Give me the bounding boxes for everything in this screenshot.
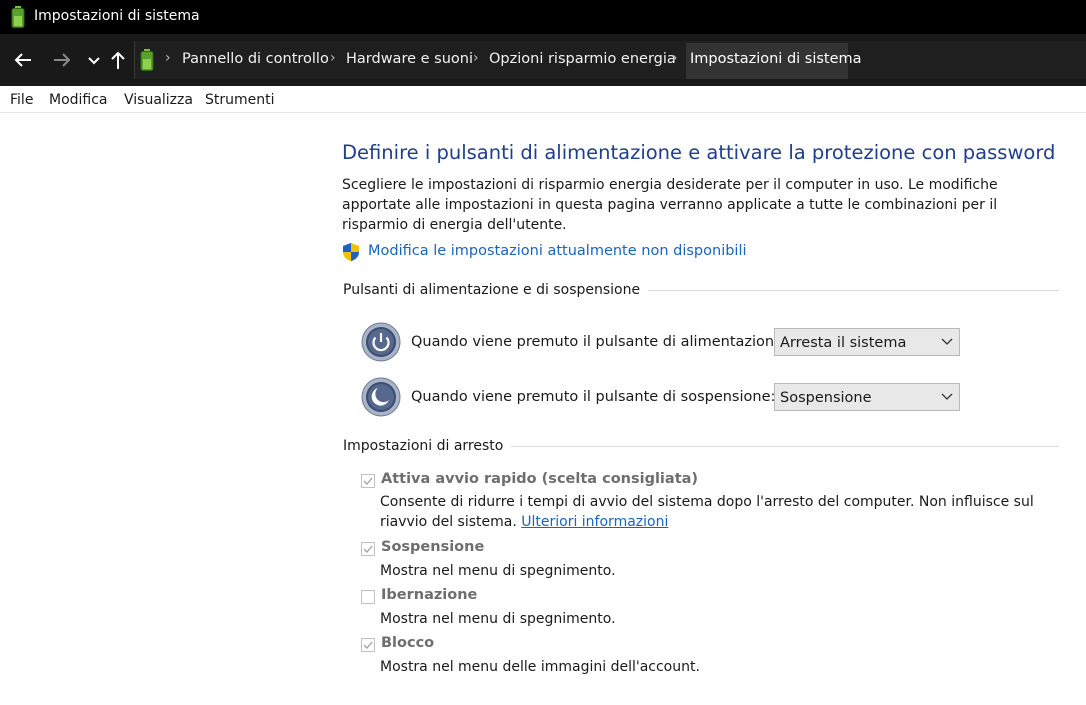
sleep-button-label: Quando viene premuto il pulsante di sosp… [411, 389, 776, 405]
menu-edit[interactable]: Modifica [49, 92, 108, 108]
breadcrumb-separator[interactable]: › [473, 50, 479, 66]
uac-shield-icon [343, 243, 359, 261]
change-unavailable-settings-link[interactable]: Modifica le impostazioni attualmente non… [368, 243, 747, 259]
checkmark-icon [363, 545, 373, 553]
breadcrumb-item-control-panel[interactable]: Pannello di controllo [182, 51, 329, 67]
page-description: Scegliere le impostazioni di risparmio e… [342, 177, 998, 233]
battery-icon [11, 6, 25, 28]
window-title: Impostazioni di sistema [34, 8, 200, 24]
lock-checkbox[interactable] [361, 638, 375, 652]
fast-startup-description: Consente di ridurre i tempi di avvio del… [380, 492, 1060, 532]
sleep-checkbox[interactable] [361, 542, 375, 556]
forward-arrow-icon[interactable] [50, 48, 74, 72]
sleep-option-title: Sospensione [381, 539, 485, 555]
sleep-button-action-select[interactable]: Sospensione [774, 383, 960, 411]
menu-bar: File Modifica Visualizza Strumenti [0, 86, 1086, 113]
checkmark-icon [363, 477, 373, 485]
breadcrumb-item-hardware-sound[interactable]: Hardware e suoni [346, 51, 473, 67]
breadcrumb-current-label: Impostazioni di sistema [690, 51, 862, 67]
section-title-power-buttons: Pulsanti di alimentazione e di sospensio… [343, 282, 649, 298]
battery-icon [140, 49, 154, 71]
breadcrumb-separator[interactable]: › [672, 50, 678, 66]
sleep-option-description: Mostra nel menu di spegnimento. [380, 563, 616, 579]
address-bar[interactable]: › Pannello di controllo › Hardware e suo… [134, 41, 1086, 79]
lock-option-description: Mostra nel menu delle immagini dell'acco… [380, 659, 700, 675]
power-button-label: Quando viene premuto il pulsante di alim… [411, 334, 788, 350]
menu-file[interactable]: File [10, 92, 33, 108]
hibernate-option-title: Ibernazione [381, 587, 478, 603]
sleep-button-action-value: Sospensione [780, 390, 872, 406]
lock-option-title: Blocco [381, 635, 435, 651]
breadcrumb-separator[interactable]: › [330, 50, 336, 66]
back-arrow-icon[interactable] [11, 48, 35, 72]
navigation-bar: › Pannello di controllo › Hardware e suo… [0, 34, 1086, 86]
more-info-link[interactable]: Ulteriori informazioni [521, 514, 668, 530]
hibernate-option-description: Mostra nel menu di spegnimento. [380, 611, 616, 627]
chevron-down-icon [941, 393, 953, 400]
breadcrumb-separator[interactable]: › [165, 50, 171, 66]
breadcrumb-item-current[interactable]: Impostazioni di sistema [686, 43, 862, 79]
title-bar: Impostazioni di sistema [0, 0, 1086, 34]
hibernate-checkbox[interactable] [361, 590, 375, 604]
menu-tools[interactable]: Strumenti [205, 92, 275, 108]
breadcrumb-item-power-options[interactable]: Opzioni risparmio energia [489, 51, 676, 67]
sleep-button-icon [361, 377, 401, 417]
fast-startup-description-text: Consente di ridurre i tempi di avvio del… [380, 494, 1034, 530]
power-button-icon [361, 322, 401, 362]
menu-view[interactable]: Visualizza [124, 92, 193, 108]
page-title: Definire i pulsanti di alimentazione e a… [342, 141, 1056, 164]
fast-startup-title: Attiva avvio rapido (scelta consigliata) [381, 471, 699, 487]
section-title-shutdown-settings: Impostazioni di arresto [343, 438, 512, 454]
power-button-action-value: Arresta il sistema [780, 335, 907, 351]
up-arrow-icon[interactable] [106, 48, 130, 72]
fast-startup-checkbox[interactable] [361, 474, 375, 488]
recent-locations-chevron-icon[interactable] [82, 48, 106, 72]
checkmark-icon [363, 641, 373, 649]
power-button-action-select[interactable]: Arresta il sistema [774, 328, 960, 356]
chevron-down-icon [941, 338, 953, 345]
